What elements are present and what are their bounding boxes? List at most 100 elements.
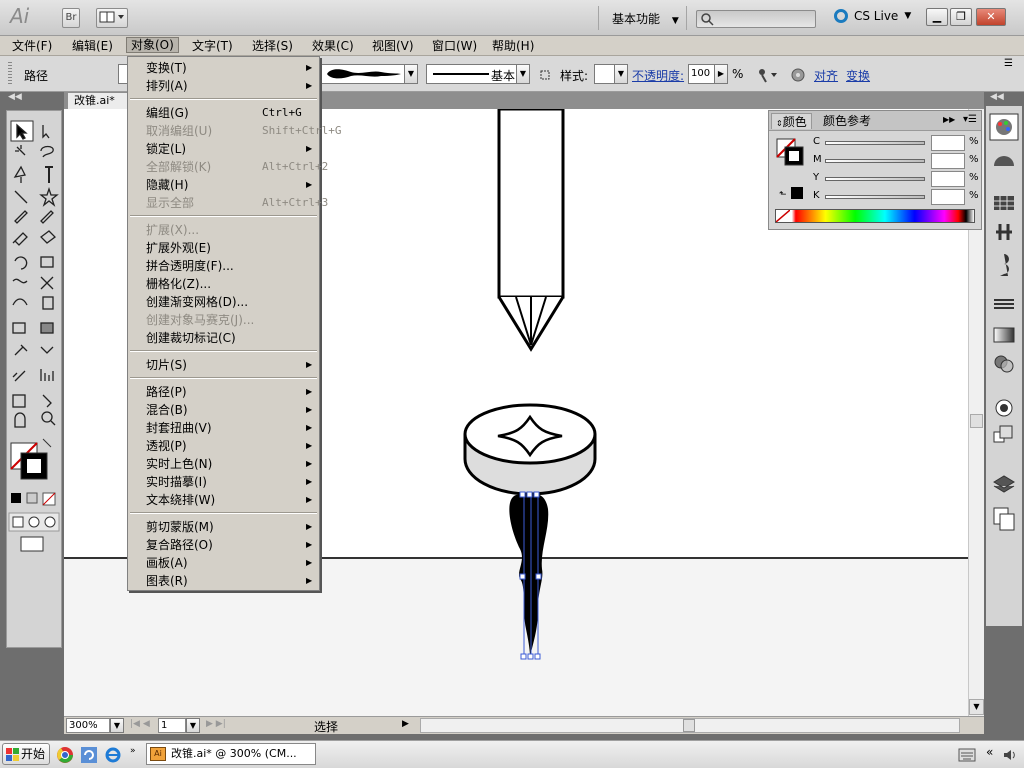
menu-object[interactable]: 对象(O) [126,37,179,53]
first-artboard-icon[interactable]: |◀ ◀ [130,719,150,729]
illustrator-task-button[interactable]: Ai 改锥.ai* @ 300% (CM... [146,743,316,765]
object-menu-item[interactable]: 实时上色(N) ▶ [128,455,319,473]
screwdriver-shaft[interactable] [497,109,565,299]
recolor-artwork-icon[interactable] [754,66,778,84]
scroll-up-button[interactable]: ▼ [969,699,984,715]
chrome-icon[interactable] [56,746,74,764]
last-artboard-icon[interactable]: ▶ ▶| [206,719,226,729]
tab-color-guide[interactable]: 颜色参考 [819,113,875,129]
control-bar-menu-icon[interactable]: ☰ [1004,58,1013,69]
menu-file[interactable]: 文件(F) [8,38,56,54]
color-spectrum[interactable] [775,209,975,223]
opacity-link[interactable]: 不透明度: [632,67,684,84]
object-menu-item[interactable]: 混合(B) ▶ [128,401,319,419]
opacity-input[interactable]: 100 [688,64,716,84]
menu-edit[interactable]: 编辑(E) [68,38,117,54]
tray-expand-icon[interactable]: « [986,745,993,759]
object-menu-item[interactable]: 切片(S) ▶ [128,356,319,374]
object-menu-item[interactable]: 扩展外观(E) [128,239,319,257]
magenta-slider[interactable] [825,159,925,163]
zoom-field[interactable]: 300% [66,718,110,733]
transform-link[interactable]: 变换 [846,67,870,84]
refresh-icon[interactable] [80,746,98,764]
restore-button[interactable]: ❐ [950,8,972,26]
object-menu-item[interactable]: 透视(P) ▶ [128,437,319,455]
object-menu-item[interactable]: 锁定(L) ▶ [128,140,319,158]
graphic-style-dropdown[interactable]: ▼ [614,64,628,84]
bridge-button[interactable]: Br [62,8,80,28]
brush-dropdown[interactable]: ▼ [404,64,418,84]
cyan-input[interactable] [931,135,965,151]
object-menu-item[interactable]: 编组(G) Ctrl+G [128,104,319,122]
cyan-label: C [813,136,820,147]
black-input[interactable] [931,189,965,205]
none-swatch-icon[interactable] [776,210,790,222]
object-menu-item: 全部解锁(K) Alt+Ctrl+2 [128,158,328,176]
object-menu-item[interactable]: 变换(T) ▶ [128,59,319,77]
control-bar-grip[interactable] [8,62,12,86]
screw-body[interactable] [509,493,549,657]
volume-icon[interactable] [1002,748,1018,762]
stroke-style-dropdown[interactable]: ▼ [516,64,530,84]
panel-collapse-icon[interactable]: ▶▶ [943,115,955,124]
collapse-panel-icon[interactable]: ◀◀ [8,92,22,102]
menu-select[interactable]: 选择(S) [248,38,297,54]
menu-window[interactable]: 窗口(W) [428,38,481,54]
black-slider[interactable] [825,195,925,199]
zoom-dropdown[interactable]: ▼ [110,718,124,733]
stroke-style-field[interactable]: 基本 [426,64,518,84]
variable-width-icon[interactable] [538,68,552,82]
menu-help[interactable]: 帮助(H) [488,38,538,54]
opacity-slider-button[interactable]: ▶ [714,64,728,84]
minimize-button[interactable]: ▁ [926,8,948,26]
object-menu-item[interactable]: 创建渐变网格(D)... [128,293,319,311]
object-menu-item[interactable]: 隐藏(H) ▶ [128,176,319,194]
magenta-input[interactable] [931,153,965,169]
object-menu-item[interactable]: 复合路径(O) ▶ [128,536,319,554]
object-menu-item[interactable]: 排列(A) ▶ [128,77,319,95]
status-menu-icon[interactable]: ▶ [402,719,409,729]
quick-launch-more-icon[interactable]: » [130,746,136,756]
object-menu-item[interactable]: 拼合透明度(F)... [128,257,319,275]
object-menu-item[interactable]: 栅格化(Z)... [128,275,319,293]
menu-item-label: 混合(B) [146,403,188,417]
ie-icon[interactable] [104,746,122,764]
keyboard-icon[interactable] [958,748,976,762]
graphic-style-swatch[interactable] [594,64,616,84]
close-button[interactable]: ✕ [976,8,1006,26]
tab-color[interactable]: ⇕颜色 [771,113,812,129]
workspace-switcher[interactable]: 基本功能 ▼ [612,10,679,27]
horizontal-scrollbar-thumb[interactable] [683,719,695,732]
object-menu-item[interactable]: 画板(A) ▶ [128,554,319,572]
artboard-dropdown[interactable]: ▼ [186,718,200,733]
menu-effect[interactable]: 效果(C) [308,38,358,54]
object-menu-item[interactable]: 创建裁切标记(C) [128,329,319,347]
object-menu-item[interactable]: 剪切蒙版(M) ▶ [128,518,319,536]
menu-separator [130,215,317,217]
cs-live-button[interactable]: CS Live ▼ [834,9,911,23]
object-menu-item[interactable]: 封套扭曲(V) ▶ [128,419,319,437]
expand-panels-icon[interactable]: ◀◀ [990,92,1004,102]
menu-type[interactable]: 文字(T) [188,38,237,54]
yellow-input[interactable] [931,171,965,187]
horizontal-scrollbar[interactable] [420,718,960,733]
start-button[interactable]: 开始 [2,743,50,765]
cyan-slider[interactable] [825,141,925,145]
document-tab[interactable]: 改锥.ai* [68,93,132,109]
align-link[interactable]: 对齐 [814,67,838,84]
object-menu-item[interactable]: 路径(P) ▶ [128,383,319,401]
menu-view[interactable]: 视图(V) [368,38,418,54]
scrollbar-thumb[interactable] [970,414,983,428]
search-field[interactable] [696,10,816,28]
magenta-unit: % [969,154,979,165]
panel-menu-icon[interactable]: ▾☰ [963,114,977,125]
document-setup-icon[interactable] [790,67,806,83]
menu-item-label: 扩展外观(E) [146,241,211,255]
arrange-documents-button[interactable] [96,8,128,28]
object-menu-item[interactable]: 图表(R) ▶ [128,572,319,590]
object-menu-item[interactable]: 文本绕排(W) ▶ [128,491,319,509]
yellow-slider[interactable] [825,177,925,181]
object-menu-item[interactable]: 实时描摹(I) ▶ [128,473,319,491]
artboard-number-field[interactable]: 1 [158,718,186,733]
brush-definition-field[interactable] [320,64,406,84]
